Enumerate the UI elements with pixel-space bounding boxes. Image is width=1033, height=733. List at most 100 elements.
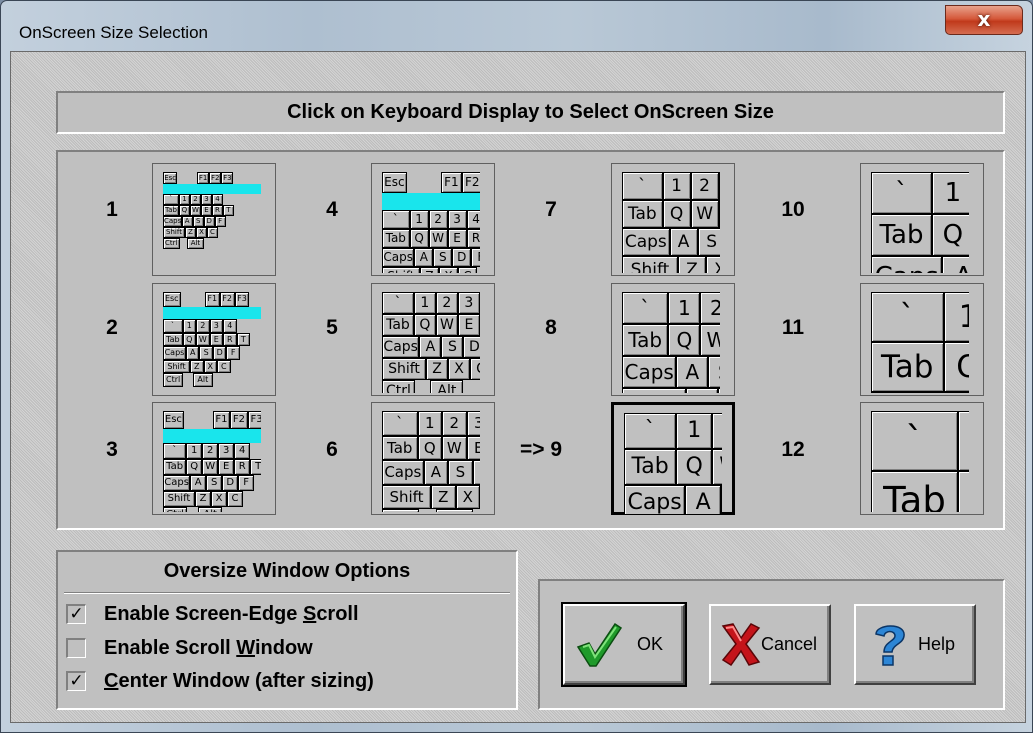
keycap: Z (185, 227, 196, 238)
keycap-label: Alt (203, 509, 217, 512)
keyboard-size-preview[interactable]: `1234TabQWERTCapsASDFShiftZXCCtrlAlt (611, 402, 735, 515)
keyboard-size-preview[interactable]: `1234TabQWERTCapsASDFShiftZXCCtrlAlt (371, 283, 495, 396)
cancel-button[interactable]: Cancel (709, 604, 831, 685)
keycap: 2 (196, 319, 210, 333)
keycap: 4 (211, 194, 223, 205)
checkbox-checked[interactable]: ✓ (66, 671, 86, 691)
keycap-label: Z (695, 392, 709, 393)
keycap: ` (382, 411, 418, 436)
keycap: 1 (409, 210, 429, 229)
preview-viewport: EscF1F2F3`1234TabQWERTCapsASDFShiftZXCCt… (163, 411, 261, 512)
keyboard-size-preview[interactable]: EscF1F2F3`1234TabQWERTCapsASDFShiftZXCCt… (152, 163, 276, 276)
keyboard-size-preview[interactable]: EscF1F2F3`1234TabQWERTCapsASDFShiftZXCCt… (371, 163, 495, 276)
keycap-label: A (677, 232, 690, 252)
keycap: ` (622, 292, 669, 324)
keycap: Tab (163, 332, 183, 346)
option-label-text: Enable Screen-Edge (104, 603, 303, 625)
title-bar[interactable]: OnScreen Size Selection x (1, 1, 1032, 45)
keycap-label: 1 (415, 212, 423, 226)
preview-viewport: `1234TabQWERTCapsASDFShiftZXCCtrlAlt (871, 292, 969, 393)
keycap: Shift (382, 267, 420, 273)
keycap-label: Z (686, 260, 698, 273)
keyboard-size-preview[interactable]: `1234TabQWERTCapsASDFShiftZXCCtrlAlt (860, 402, 984, 515)
keycap: Esc (163, 292, 181, 307)
dialog-client: Click on Keyboard Display to Select OnSc… (10, 51, 1026, 723)
keycap: 2 (712, 413, 722, 449)
keyboard-size-preview[interactable]: `1234TabQWERTCapsASDFShiftZXCCtrlAlt (611, 163, 735, 276)
keycap-label: A (184, 217, 190, 225)
keycap: Tab (871, 342, 944, 392)
keycap-label: 3 (204, 195, 209, 203)
keycap: D (203, 216, 215, 227)
keyboard-size-preview[interactable]: EscF1F2F3`1234TabQWERTCapsASDFShiftZXCCt… (152, 283, 276, 396)
keycap: ` (382, 210, 410, 229)
checkbox-unchecked[interactable] (66, 638, 86, 658)
keycap-label: Caps (383, 250, 413, 264)
keycap: X (203, 359, 217, 373)
keycap-label: ` (638, 176, 647, 196)
preview-viewport: EscF1F2F3`1234TabQWERTCapsASDFShiftZXCCt… (163, 172, 261, 273)
keycap: Z (678, 256, 706, 273)
keycap-label: 1 (424, 414, 435, 432)
keycap: T (250, 459, 261, 475)
option-label-accelerator: C (104, 670, 119, 692)
keycap-label: Caps (164, 348, 185, 357)
keycap-label: Alt (197, 375, 209, 384)
keycap: F2 (209, 172, 222, 185)
keycap-label: 4 (227, 321, 233, 330)
ok-button[interactable]: OK (561, 602, 687, 687)
option-label-text: croll (316, 603, 359, 625)
keycap-label: Ctrl (166, 509, 184, 512)
keyboard-size-preview[interactable]: `1234TabQWERTCapsASDFShiftZXCCtrlAlt (611, 283, 735, 396)
keycap-label: Caps (164, 217, 182, 225)
keycap: Z (426, 358, 448, 380)
option-label: Center Window (after sizing) (104, 669, 374, 693)
keyboard-size-preview[interactable]: `1234TabQWERTCapsASDFShiftZXCCtrlAlt (860, 283, 984, 396)
keyboard-size-preview[interactable]: EscF1F2F3`1234TabQWERTCapsASDFShiftZXCCt… (152, 402, 276, 515)
keycap: 3 (466, 411, 480, 436)
keycap: Q (178, 205, 190, 216)
keyboard-size-preview[interactable]: `1234TabQWERTCapsASDFShiftZXCCtrlAlt (860, 163, 984, 276)
keycap-label: ` (169, 195, 173, 203)
keycap: Alt (198, 507, 223, 512)
keycap-label: 3 (453, 212, 461, 226)
highlight-strip (163, 306, 261, 319)
size-label: 7 (545, 198, 557, 221)
keycap-label: F (243, 477, 250, 488)
help-button[interactable]: Help (854, 604, 976, 685)
keycap: ` (871, 292, 944, 342)
keycap: 2 (700, 292, 720, 324)
keycap: 1 (413, 292, 436, 314)
ok-label: OK (637, 634, 664, 654)
keycap-label: 1 (671, 176, 682, 196)
checkbox-checked[interactable]: ✓ (66, 604, 86, 624)
keycap-label: X (444, 269, 452, 273)
close-button[interactable]: x (945, 5, 1023, 35)
keycap: Z (686, 388, 718, 393)
keycap-label: 3 (464, 295, 474, 311)
keycap: E (200, 205, 212, 216)
keycap: 1 (182, 319, 197, 333)
options-divider (64, 592, 510, 594)
keycap: Q (958, 471, 969, 512)
keycap-label: S (455, 463, 466, 481)
keycap-label: Shift (389, 487, 424, 506)
keycap-label: Tab (631, 454, 669, 479)
option-label-text: Enable Scroll (104, 637, 237, 659)
keycap-label: Z (432, 361, 442, 377)
keycap-label: 1 (678, 296, 691, 320)
keycap-label: F (218, 217, 223, 225)
keycap: F1 (212, 411, 231, 429)
keycap-label: 1 (959, 299, 969, 335)
keycap: Tab (622, 200, 663, 228)
size-label: => 9 (519, 438, 563, 461)
keycap-label: Caps (624, 232, 667, 252)
keycap: Alt (430, 380, 464, 393)
keycap: 1 (186, 443, 203, 459)
keycap-label: A (430, 463, 442, 481)
keycap-label: W (707, 328, 721, 352)
keyboard-size-preview[interactable]: `1234TabQWERTCapsASDFShiftZXCCtrlAlt (371, 402, 495, 515)
keycap-label: Z (438, 487, 449, 506)
keycap-label: D (479, 463, 480, 481)
size-label: 2 (106, 316, 118, 339)
